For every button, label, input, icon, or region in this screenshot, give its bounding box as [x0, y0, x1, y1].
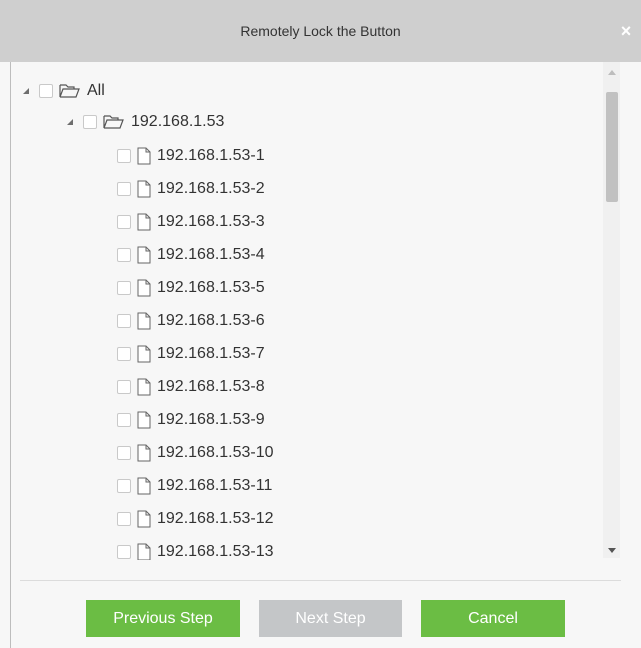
- collapse-triangle-icon[interactable]: [65, 117, 75, 127]
- list-item[interactable]: 192.168.1.53-10: [117, 442, 274, 464]
- file-icon: [137, 246, 151, 264]
- item-checkbox[interactable]: [117, 248, 131, 262]
- file-icon: [137, 411, 151, 429]
- file-icon: [137, 279, 151, 297]
- next-step-button[interactable]: Next Step: [259, 600, 402, 637]
- file-icon: [137, 147, 151, 165]
- list-item[interactable]: 192.168.1.53-9: [117, 409, 265, 431]
- dialog-title: Remotely Lock the Button: [240, 23, 401, 39]
- item-checkbox[interactable]: [117, 215, 131, 229]
- footer-divider: [20, 580, 621, 581]
- dialog-titlebar: Remotely Lock the Button ×: [0, 0, 641, 62]
- list-item[interactable]: 192.168.1.53-7: [117, 343, 265, 365]
- file-icon: [137, 378, 151, 396]
- checkbox-group[interactable]: [83, 115, 97, 129]
- cancel-button[interactable]: Cancel: [421, 600, 565, 637]
- item-checkbox[interactable]: [117, 281, 131, 295]
- previous-step-button[interactable]: Previous Step: [86, 600, 240, 637]
- item-checkbox[interactable]: [117, 380, 131, 394]
- item-label: 192.168.1.53-4: [157, 246, 265, 263]
- item-checkbox[interactable]: [117, 545, 131, 559]
- list-item[interactable]: 192.168.1.53-13: [117, 541, 274, 560]
- tree-scrollbar[interactable]: [603, 62, 620, 558]
- list-item[interactable]: 192.168.1.53-12: [117, 508, 274, 530]
- list-item[interactable]: 192.168.1.53-6: [117, 310, 265, 332]
- scroll-up-arrow-icon[interactable]: [603, 64, 620, 80]
- item-checkbox[interactable]: [117, 479, 131, 493]
- item-label: 192.168.1.53-3: [157, 213, 265, 230]
- folder-open-icon: [59, 83, 81, 99]
- item-label: 192.168.1.53-8: [157, 378, 265, 395]
- item-label: 192.168.1.53-2: [157, 180, 265, 197]
- checkbox-all[interactable]: [39, 84, 53, 98]
- collapse-triangle-icon[interactable]: [21, 86, 31, 96]
- list-item[interactable]: 192.168.1.53-4: [117, 244, 265, 266]
- device-tree: All 192.168.1.53 192.168.1.53-1 192.168.…: [11, 62, 641, 560]
- list-item[interactable]: 192.168.1.53-11: [117, 475, 272, 497]
- list-item[interactable]: 192.168.1.53-8: [117, 376, 265, 398]
- file-icon: [137, 510, 151, 528]
- file-icon: [137, 312, 151, 330]
- item-label: 192.168.1.53-5: [157, 279, 265, 296]
- file-icon: [137, 213, 151, 231]
- tree-node-all[interactable]: All: [21, 80, 105, 102]
- list-item[interactable]: 192.168.1.53-5: [117, 277, 265, 299]
- item-checkbox[interactable]: [117, 314, 131, 328]
- list-item[interactable]: 192.168.1.53-2: [117, 178, 265, 200]
- tree-node-label: All: [87, 82, 105, 99]
- scroll-down-arrow-icon[interactable]: [603, 542, 620, 558]
- item-label: 192.168.1.53-11: [157, 477, 273, 494]
- item-label: 192.168.1.53-12: [157, 510, 274, 527]
- scrollbar-thumb[interactable]: [606, 92, 618, 202]
- tree-node-group[interactable]: 192.168.1.53: [65, 111, 224, 133]
- item-label: 192.168.1.53-10: [157, 444, 274, 461]
- file-icon: [137, 345, 151, 363]
- file-icon: [137, 444, 151, 462]
- folder-open-icon: [103, 114, 125, 130]
- file-icon: [137, 180, 151, 198]
- item-checkbox[interactable]: [117, 347, 131, 361]
- item-checkbox[interactable]: [117, 149, 131, 163]
- remote-lock-dialog: Remotely Lock the Button × All 192.168.1…: [0, 0, 641, 648]
- item-label: 192.168.1.53-7: [157, 345, 265, 362]
- list-item[interactable]: 192.168.1.53-1: [117, 145, 265, 167]
- item-label: 192.168.1.53-1: [157, 147, 265, 164]
- item-checkbox[interactable]: [117, 446, 131, 460]
- item-label: 192.168.1.53-6: [157, 312, 265, 329]
- item-checkbox[interactable]: [117, 182, 131, 196]
- file-icon: [137, 543, 151, 560]
- tree-node-label: 192.168.1.53: [131, 113, 225, 130]
- close-icon[interactable]: ×: [617, 22, 635, 40]
- item-checkbox[interactable]: [117, 512, 131, 526]
- item-checkbox[interactable]: [117, 413, 131, 427]
- item-label: 192.168.1.53-9: [157, 411, 265, 428]
- item-label: 192.168.1.53-13: [157, 543, 274, 560]
- file-icon: [137, 477, 151, 495]
- list-item[interactable]: 192.168.1.53-3: [117, 211, 265, 233]
